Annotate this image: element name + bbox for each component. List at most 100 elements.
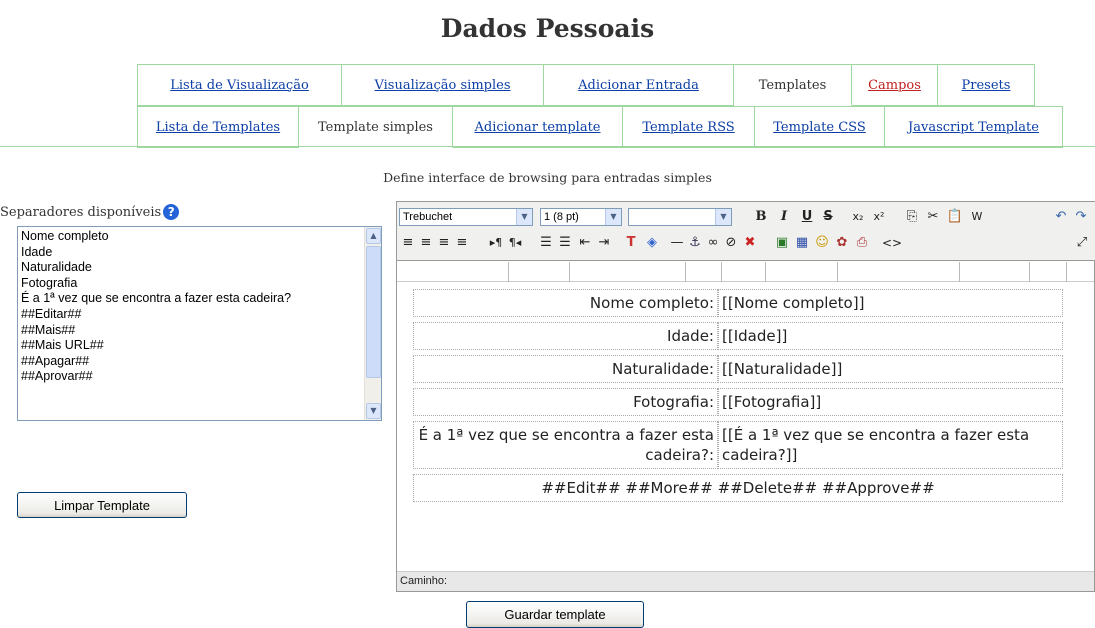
font-family-select[interactable]: Trebuchet ▼ — [399, 208, 533, 226]
tab-adicionar-entrada[interactable]: Adicionar Entrada — [544, 64, 734, 106]
horizontal-rule-icon[interactable]: — — [669, 234, 685, 252]
table-row: Naturalidade: [[Naturalidade]] — [413, 355, 1063, 383]
editor-path-bar: Caminho: — [397, 571, 1094, 591]
field-label: Fotografia: — [413, 388, 718, 416]
table-icon[interactable]: ▦ — [793, 234, 811, 252]
tab-lista-templates[interactable]: Lista de Templates — [137, 106, 299, 148]
tabs-primary: Lista de Visualização Visualização simpl… — [137, 64, 1035, 106]
tab-label[interactable]: Presets — [962, 78, 1011, 93]
italic-icon[interactable]: I — [776, 208, 792, 226]
tab-template-css[interactable]: Template CSS — [755, 106, 885, 148]
tab-lista-visualizacao[interactable]: Lista de Visualização — [137, 64, 342, 106]
tab-label[interactable]: Template RSS — [642, 120, 734, 135]
tab-label[interactable]: Visualização simples — [374, 78, 510, 93]
editor-content[interactable]: Nome completo: [[Nome completo]] Idade:[[… — [397, 262, 1094, 571]
paste-word-icon[interactable]: W — [968, 208, 986, 226]
tab-label[interactable]: Lista de Templates — [156, 120, 280, 135]
strikethrough-icon[interactable]: S — [820, 208, 836, 226]
table-row: Idade: [[Idade]] — [413, 322, 1063, 350]
separators-listbox[interactable]: Nome completo Idade Naturalidade Fotogra… — [17, 226, 382, 421]
scroll-down-icon[interactable]: ▼ — [366, 403, 381, 419]
field-label: Nome completo: — [413, 289, 718, 317]
field-label: Idade: — [413, 322, 718, 350]
list-item[interactable]: Naturalidade — [21, 260, 291, 276]
editor-toolbar: Trebuchet ▼ 1 (8 pt) ▼ ▼ B I U S x₂ x² ⎘ ✂… — [397, 202, 1095, 261]
page-title: Dados Pessoais — [440, 14, 655, 43]
list-item[interactable]: Nome completo — [21, 229, 291, 245]
underline-icon[interactable]: U — [799, 208, 815, 226]
background-color-icon[interactable]: ◈ — [643, 234, 661, 252]
font-size-select[interactable]: 1 (8 pt) ▼ — [540, 208, 622, 226]
fullscreen-icon[interactable]: ⤢ — [1073, 234, 1091, 252]
tab-label[interactable]: Template CSS — [773, 120, 866, 135]
template-table: Nome completo: [[Nome completo]] Idade:[[… — [413, 284, 1063, 507]
scroll-up-icon[interactable]: ▲ — [366, 228, 381, 244]
tab-template-rss[interactable]: Template RSS — [623, 106, 755, 148]
link-icon[interactable]: ∞ — [705, 234, 721, 252]
subscript-icon[interactable]: x₂ — [849, 208, 867, 226]
insert-file-icon[interactable]: ⎙ — [853, 234, 871, 252]
list-item[interactable]: ##Aprovar## — [21, 369, 291, 385]
field-tag: [[Nome completo]] — [718, 289, 1063, 317]
tab-javascript-template[interactable]: Javascript Template — [885, 106, 1063, 148]
bold-icon[interactable]: B — [753, 208, 769, 226]
list-item[interactable]: É a 1ª vez que se encontra a fazer esta … — [21, 291, 291, 307]
list-item[interactable]: ##Apagar## — [21, 354, 291, 370]
tab-label[interactable]: Javascript Template — [908, 120, 1039, 135]
image-icon[interactable]: ▣ — [773, 234, 791, 252]
undo-icon[interactable]: ↶ — [1053, 208, 1069, 226]
superscript-icon[interactable]: x² — [870, 208, 888, 226]
font-family-value: Trebuchet — [403, 211, 453, 223]
separators-heading: Separadores disponíveis ? — [0, 204, 180, 220]
table-ruler — [397, 262, 1094, 282]
nolink-icon[interactable]: ✖ — [742, 234, 758, 252]
tab-label[interactable]: Adicionar Entrada — [578, 78, 699, 93]
font-size-value: 1 (8 pt) — [544, 211, 579, 223]
outdent-icon[interactable]: ⇤ — [577, 234, 593, 252]
list-scrollbar[interactable]: ▲ ▼ — [364, 227, 381, 420]
tab-label[interactable]: Adicionar template — [475, 120, 601, 135]
list-item[interactable]: ##Editar## — [21, 307, 291, 323]
special-char-icon[interactable]: ✿ — [833, 234, 851, 252]
tabs-divider — [0, 146, 1095, 147]
text-color-icon[interactable]: T — [622, 234, 640, 252]
help-icon[interactable]: ? — [163, 204, 180, 220]
tab-presets[interactable]: Presets — [938, 64, 1035, 106]
list-item[interactable]: ##Mais URL## — [21, 338, 291, 354]
align-left-icon[interactable]: ≡ — [400, 234, 416, 252]
save-template-button[interactable]: Guardar template — [466, 601, 644, 628]
list-item[interactable]: ##Mais## — [21, 323, 291, 339]
redo-icon[interactable]: ↷ — [1073, 208, 1089, 226]
html-source-icon[interactable]: <> — [882, 234, 902, 252]
numbered-list-icon[interactable]: ☰ — [538, 234, 554, 252]
scroll-thumb[interactable] — [366, 246, 381, 378]
paste-icon[interactable]: 📋 — [946, 208, 964, 226]
tab-visualizacao-simples[interactable]: Visualização simples — [342, 64, 544, 106]
tab-template-simples[interactable]: Template simples — [299, 106, 453, 148]
smiley-icon[interactable]: ☺ — [813, 234, 831, 252]
format-select[interactable]: ▼ — [628, 208, 732, 226]
tab-templates[interactable]: Templates — [734, 64, 852, 106]
copy-icon[interactable]: ⎘ — [903, 208, 921, 226]
anchor-icon[interactable]: ⚓ — [687, 234, 703, 252]
tab-label: Templates — [758, 77, 827, 93]
align-center-icon[interactable]: ≡ — [418, 234, 434, 252]
field-tag: [[É a 1ª vez que se encontra a fazer est… — [718, 421, 1063, 469]
cut-icon[interactable]: ✂ — [924, 208, 942, 226]
bullet-list-icon[interactable]: ☰ — [557, 234, 573, 252]
align-right-icon[interactable]: ≡ — [436, 234, 452, 252]
clear-template-button[interactable]: Limpar Template — [17, 492, 187, 518]
tab-adicionar-template[interactable]: Adicionar template — [453, 106, 623, 148]
list-item[interactable]: Idade — [21, 245, 291, 261]
separators-label: Separadores disponíveis — [0, 204, 162, 220]
table-row: Nome completo: [[Nome completo]] — [413, 289, 1063, 317]
tab-campos[interactable]: Campos — [852, 64, 938, 106]
rtl-icon[interactable]: ¶◂ — [507, 234, 523, 252]
unlink-icon[interactable]: ⊘ — [723, 234, 739, 252]
align-justify-icon[interactable]: ≡ — [454, 234, 470, 252]
indent-icon[interactable]: ⇥ — [596, 234, 612, 252]
tab-label[interactable]: Campos — [868, 78, 921, 93]
ltr-icon[interactable]: ▸¶ — [488, 234, 504, 252]
list-item[interactable]: Fotografia — [21, 276, 291, 292]
tab-label[interactable]: Lista de Visualização — [170, 78, 309, 93]
